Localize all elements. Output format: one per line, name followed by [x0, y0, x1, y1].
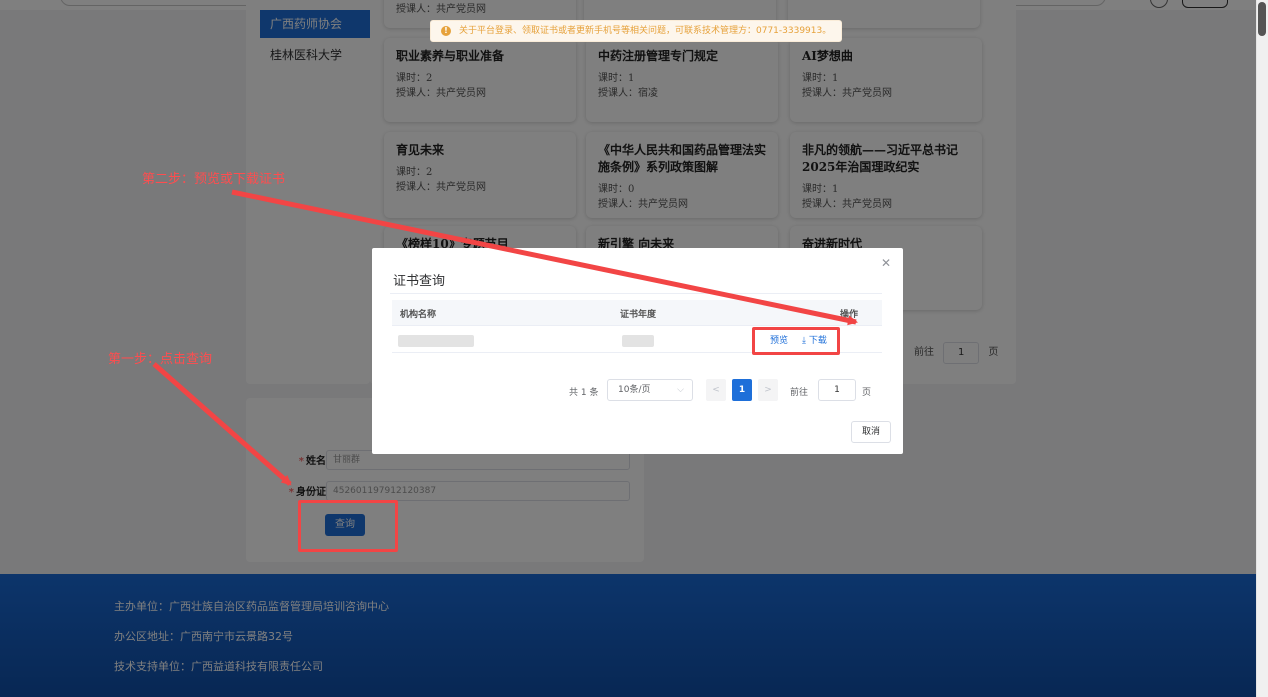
- notice-bar: ! 关于平台登录、领取证书或者更新手机号等相关问题，可联系技术管理方：0771-…: [430, 20, 842, 42]
- page-size-select[interactable]: 10条/页 ⌵: [607, 379, 693, 401]
- annotation-step2: 第二步：预览或下载证书: [142, 172, 286, 187]
- org-name-redacted: [398, 335, 474, 347]
- cancel-button[interactable]: 取消: [851, 421, 891, 443]
- page-size-value: 10条/页: [618, 385, 651, 395]
- goto-label: 前往: [790, 388, 809, 398]
- next-page-button[interactable]: >: [758, 379, 778, 401]
- cert-year-redacted: [622, 335, 654, 347]
- page-scrollbar[interactable]: [1256, 0, 1268, 697]
- page-number-current[interactable]: 1: [732, 379, 752, 401]
- pagination-total: 共 1 条: [569, 388, 599, 398]
- dialog-pagination: 共 1 条 10条/页 ⌵ < 1 > 前往 1 页: [372, 379, 903, 401]
- highlight-box-query: [298, 500, 398, 552]
- annotation-step1: 第一步：点击查询: [108, 352, 213, 367]
- table-header: 机构名称 证书年度 操作: [392, 300, 882, 326]
- chevron-down-icon: ⌵: [677, 385, 684, 395]
- close-icon[interactable]: ✕: [881, 256, 891, 270]
- column-operation: 操作: [840, 310, 859, 320]
- warning-icon: !: [441, 26, 451, 36]
- scrollbar-thumb[interactable]: [1258, 2, 1266, 36]
- highlight-box-download: [752, 327, 840, 355]
- dialog-title: 证书查询: [393, 274, 446, 289]
- notice-text: 关于平台登录、领取证书或者更新手机号等相关问题，可联系技术管理方：0771-33…: [459, 26, 832, 36]
- page-suffix: 页: [862, 388, 872, 398]
- column-org-name: 机构名称: [400, 310, 437, 320]
- dialog-divider: [390, 293, 882, 294]
- prev-page-button[interactable]: <: [706, 379, 726, 401]
- column-cert-year: 证书年度: [620, 310, 657, 320]
- goto-page-input[interactable]: 1: [818, 379, 856, 401]
